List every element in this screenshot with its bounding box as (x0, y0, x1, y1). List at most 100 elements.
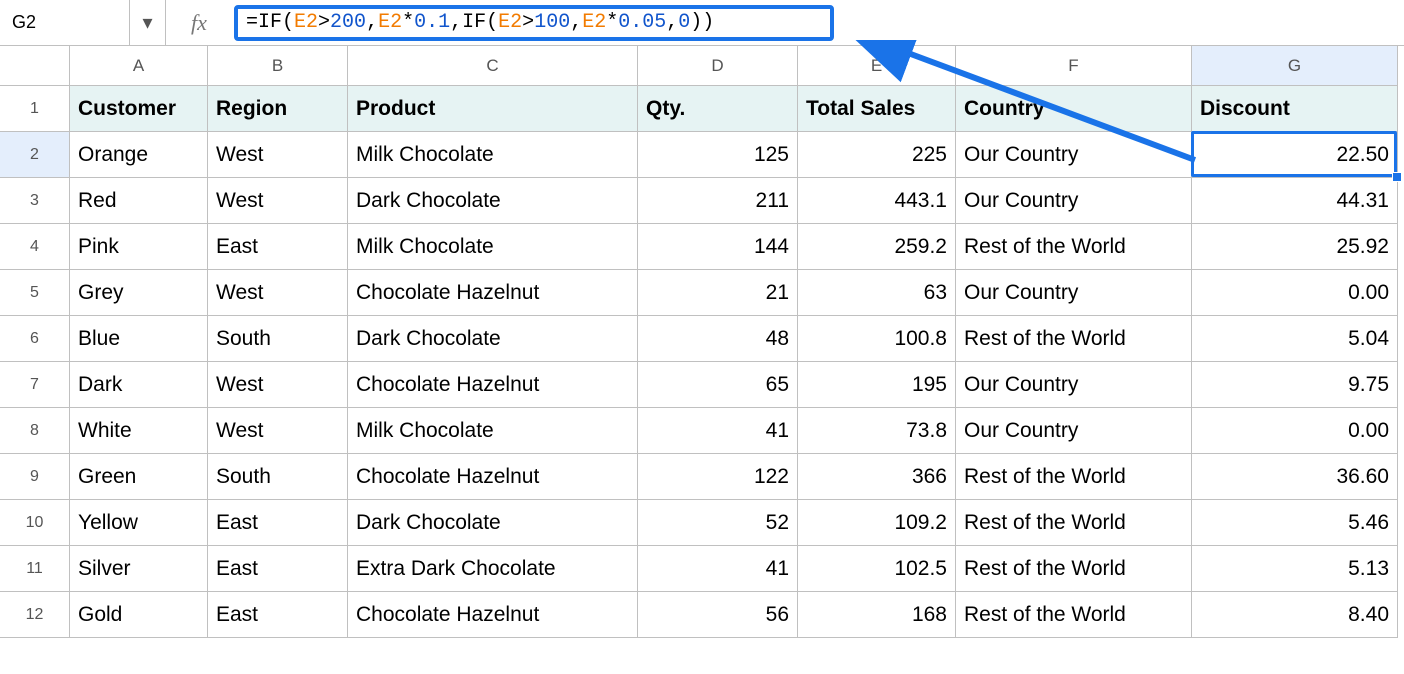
row-header-12[interactable]: 12 (0, 592, 70, 638)
cell-D6[interactable]: 48 (638, 316, 798, 362)
cell-A2[interactable]: Orange (70, 132, 208, 178)
row-header-1[interactable]: 1 (0, 86, 70, 132)
cell-D2[interactable]: 125 (638, 132, 798, 178)
header-cell-E[interactable]: Total Sales (798, 86, 956, 132)
header-cell-G[interactable]: Discount (1192, 86, 1398, 132)
cell-B3[interactable]: West (208, 178, 348, 224)
cell-D9[interactable]: 122 (638, 454, 798, 500)
cell-D5[interactable]: 21 (638, 270, 798, 316)
col-header-A[interactable]: A (70, 46, 208, 86)
cell-G5[interactable]: 0.00 (1192, 270, 1398, 316)
cell-G8[interactable]: 0.00 (1192, 408, 1398, 454)
col-header-D[interactable]: D (638, 46, 798, 86)
cell-A9[interactable]: Green (70, 454, 208, 500)
cell-D3[interactable]: 211 (638, 178, 798, 224)
cell-F5[interactable]: Our Country (956, 270, 1192, 316)
cell-B10[interactable]: East (208, 500, 348, 546)
row-header-3[interactable]: 3 (0, 178, 70, 224)
cell-E9[interactable]: 366 (798, 454, 956, 500)
cell-F11[interactable]: Rest of the World (956, 546, 1192, 592)
header-cell-B[interactable]: Region (208, 86, 348, 132)
cell-F12[interactable]: Rest of the World (956, 592, 1192, 638)
header-cell-A[interactable]: Customer (70, 86, 208, 132)
cell-C9[interactable]: Chocolate Hazelnut (348, 454, 638, 500)
cell-E7[interactable]: 195 (798, 362, 956, 408)
row-header-8[interactable]: 8 (0, 408, 70, 454)
row-header-2[interactable]: 2 (0, 132, 70, 178)
cell-G11[interactable]: 5.13 (1192, 546, 1398, 592)
cell-A8[interactable]: White (70, 408, 208, 454)
row-header-11[interactable]: 11 (0, 546, 70, 592)
header-cell-C[interactable]: Product (348, 86, 638, 132)
cell-C6[interactable]: Dark Chocolate (348, 316, 638, 362)
cell-B2[interactable]: West (208, 132, 348, 178)
cell-D11[interactable]: 41 (638, 546, 798, 592)
col-header-C[interactable]: C (348, 46, 638, 86)
cell-G9[interactable]: 36.60 (1192, 454, 1398, 500)
cell-F6[interactable]: Rest of the World (956, 316, 1192, 362)
cell-E3[interactable]: 443.1 (798, 178, 956, 224)
cell-E12[interactable]: 168 (798, 592, 956, 638)
cell-C4[interactable]: Milk Chocolate (348, 224, 638, 270)
cell-B9[interactable]: South (208, 454, 348, 500)
cell-A11[interactable]: Silver (70, 546, 208, 592)
cell-G3[interactable]: 44.31 (1192, 178, 1398, 224)
cell-A10[interactable]: Yellow (70, 500, 208, 546)
cell-A12[interactable]: Gold (70, 592, 208, 638)
cell-D4[interactable]: 144 (638, 224, 798, 270)
row-header-9[interactable]: 9 (0, 454, 70, 500)
cell-C11[interactable]: Extra Dark Chocolate (348, 546, 638, 592)
cell-A6[interactable]: Blue (70, 316, 208, 362)
col-header-E[interactable]: E (798, 46, 956, 86)
cell-E2[interactable]: 225 (798, 132, 956, 178)
cell-B7[interactable]: West (208, 362, 348, 408)
row-header-5[interactable]: 5 (0, 270, 70, 316)
formula-input[interactable]: =IF(E2>200,E2*0.1,IF(E2>100,E2*0.05,0)) (234, 5, 834, 41)
cell-B4[interactable]: East (208, 224, 348, 270)
name-box[interactable]: G2 (0, 0, 130, 45)
col-header-B[interactable]: B (208, 46, 348, 86)
cell-E10[interactable]: 109.2 (798, 500, 956, 546)
cell-B11[interactable]: East (208, 546, 348, 592)
cell-E4[interactable]: 259.2 (798, 224, 956, 270)
cell-A7[interactable]: Dark (70, 362, 208, 408)
cell-D7[interactable]: 65 (638, 362, 798, 408)
cell-F3[interactable]: Our Country (956, 178, 1192, 224)
cell-F8[interactable]: Our Country (956, 408, 1192, 454)
cell-B6[interactable]: South (208, 316, 348, 362)
cell-G2[interactable]: 22.50 (1192, 132, 1398, 178)
col-header-G[interactable]: G (1192, 46, 1398, 86)
cell-A4[interactable]: Pink (70, 224, 208, 270)
cell-F10[interactable]: Rest of the World (956, 500, 1192, 546)
cell-A5[interactable]: Grey (70, 270, 208, 316)
cell-E6[interactable]: 100.8 (798, 316, 956, 362)
col-header-F[interactable]: F (956, 46, 1192, 86)
cell-G10[interactable]: 5.46 (1192, 500, 1398, 546)
cell-C3[interactable]: Dark Chocolate (348, 178, 638, 224)
cell-G12[interactable]: 8.40 (1192, 592, 1398, 638)
row-header-6[interactable]: 6 (0, 316, 70, 362)
cell-B12[interactable]: East (208, 592, 348, 638)
cell-E11[interactable]: 102.5 (798, 546, 956, 592)
cell-B5[interactable]: West (208, 270, 348, 316)
cell-B8[interactable]: West (208, 408, 348, 454)
name-box-dropdown[interactable]: ▾ (130, 0, 166, 45)
cell-C10[interactable]: Dark Chocolate (348, 500, 638, 546)
formula-bar[interactable]: =IF(E2>200,E2*0.1,IF(E2>100,E2*0.05,0)) (232, 0, 862, 45)
cell-G6[interactable]: 5.04 (1192, 316, 1398, 362)
row-header-7[interactable]: 7 (0, 362, 70, 408)
row-header-10[interactable]: 10 (0, 500, 70, 546)
select-all-corner[interactable] (0, 46, 70, 86)
cell-C5[interactable]: Chocolate Hazelnut (348, 270, 638, 316)
header-cell-F[interactable]: Country (956, 86, 1192, 132)
cell-E5[interactable]: 63 (798, 270, 956, 316)
cell-G4[interactable]: 25.92 (1192, 224, 1398, 270)
cell-C7[interactable]: Chocolate Hazelnut (348, 362, 638, 408)
cell-C8[interactable]: Milk Chocolate (348, 408, 638, 454)
cell-E8[interactable]: 73.8 (798, 408, 956, 454)
cell-D8[interactable]: 41 (638, 408, 798, 454)
cell-C12[interactable]: Chocolate Hazelnut (348, 592, 638, 638)
cell-F7[interactable]: Our Country (956, 362, 1192, 408)
cell-F4[interactable]: Rest of the World (956, 224, 1192, 270)
cell-F2[interactable]: Our Country (956, 132, 1192, 178)
